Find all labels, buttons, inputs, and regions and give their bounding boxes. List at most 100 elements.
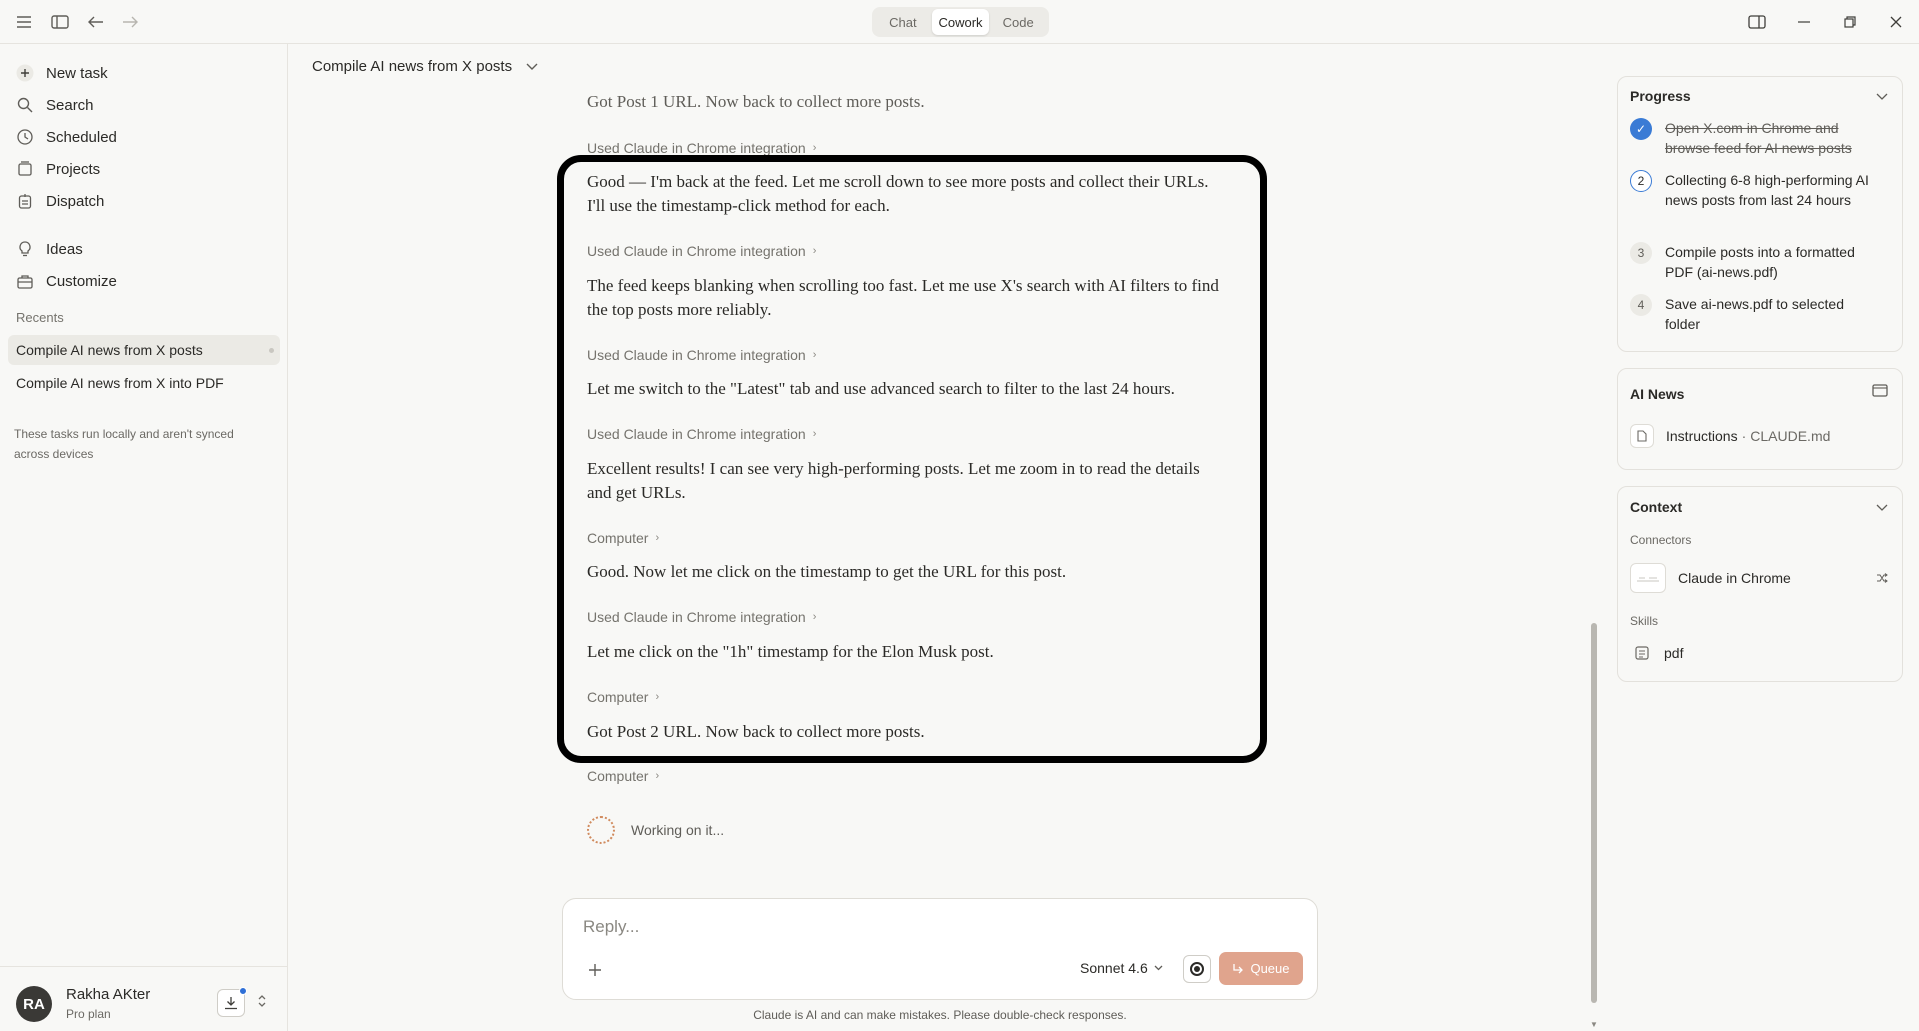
task-title-bar[interactable]: Compile AI news from X posts <box>312 58 538 75</box>
step-number: 4 <box>1630 294 1652 316</box>
menu-icon[interactable] <box>13 12 35 32</box>
attach-plus-icon[interactable] <box>583 958 607 982</box>
recent-item[interactable]: Compile AI news from X posts <box>8 335 280 365</box>
mode-switch: Chat Cowork Code <box>872 7 1049 37</box>
project-card: AI News Instructions · CLAUDE.md <box>1617 368 1903 470</box>
chevron-right-icon: › <box>812 611 817 623</box>
chevron-down-icon[interactable] <box>1876 501 1888 515</box>
sidebar-item-label: Search <box>46 96 94 114</box>
tool-call-toggle[interactable]: Used Claude in Chrome integration › <box>587 140 816 156</box>
record-button[interactable] <box>1183 955 1211 983</box>
step-number: 3 <box>1630 242 1652 264</box>
sidebar-item-ideas[interactable]: Ideas <box>10 235 280 263</box>
avatar[interactable]: RA <box>16 986 52 1022</box>
sidebar-item-search[interactable]: Search <box>10 91 280 119</box>
composer: Sonnet 4.6 Queue <box>562 898 1318 1000</box>
model-name: Sonnet 4.6 <box>1080 960 1148 976</box>
user-name[interactable]: Rakha AKter <box>66 986 150 1003</box>
folder-icon <box>12 159 38 179</box>
progress-card: Progress ✓ Open X.com in Chrome and brow… <box>1617 76 1903 352</box>
lightbulb-icon <box>12 239 38 259</box>
progress-step: 2 Collecting 6-8 high-performing AI news… <box>1630 170 1880 210</box>
assistant-message: Good. Now let me click on the timestamp … <box>587 562 1067 581</box>
tool-call-label: Computer <box>587 689 649 705</box>
scroll-down-arrow-icon[interactable]: ▼ <box>1590 1020 1598 1029</box>
tool-call-label: Computer <box>587 768 649 784</box>
user-bar: RA Rakha AKter Pro plan <box>0 966 288 1031</box>
sidebar-item-label: New task <box>46 64 108 82</box>
tool-call-label: Used Claude in Chrome integration <box>587 347 806 363</box>
reply-input[interactable] <box>583 915 1283 939</box>
assistant-message: Got Post 2 URL. Now back to collect more… <box>587 722 925 741</box>
skill-item[interactable]: pdf <box>1630 641 1683 665</box>
recent-item[interactable]: Compile AI news from X into PDF <box>8 368 280 398</box>
sidebar-item-label: Customize <box>46 272 117 290</box>
chevron-right-icon: › <box>655 691 660 703</box>
status-dot <box>269 348 274 353</box>
panel-toggle-icon[interactable] <box>1744 10 1770 34</box>
recent-item-label: Compile AI news from X into PDF <box>16 375 224 391</box>
title-bar: Chat Cowork Code <box>0 0 1919 44</box>
download-icon <box>225 997 237 1010</box>
minimize-icon[interactable] <box>1791 10 1817 34</box>
sidebar-item-customize[interactable]: Customize <box>10 267 280 295</box>
back-arrow-icon[interactable] <box>85 12 107 32</box>
sidebar-item-dispatch[interactable]: Dispatch <box>10 187 280 215</box>
file-name: CLAUDE.md <box>1750 428 1831 444</box>
assistant-message: and get URLs. <box>587 483 686 502</box>
progress-step: 4 Save ai-news.pdf to selected folder <box>1630 294 1880 334</box>
context-card: Context Connectors Claude in Chrome Skil… <box>1617 486 1903 682</box>
tool-call-toggle[interactable]: Used Claude in Chrome integration › <box>587 609 816 625</box>
tool-call-toggle[interactable]: Computer › <box>587 768 659 784</box>
download-button[interactable] <box>217 987 247 1017</box>
chevron-right-icon: › <box>655 770 660 782</box>
instructions-file[interactable]: Instructions · CLAUDE.md <box>1630 424 1830 448</box>
scrollbar-thumb[interactable] <box>1591 623 1597 1003</box>
queue-label: Queue <box>1250 961 1290 976</box>
clock-icon <box>12 127 38 147</box>
connector-item[interactable]: Claude in Chrome <box>1630 563 1892 593</box>
tool-call-toggle[interactable]: Computer › <box>587 530 659 546</box>
chevron-right-icon: › <box>812 142 817 154</box>
queue-button[interactable]: Queue <box>1219 952 1303 985</box>
tool-call-toggle[interactable]: Used Claude in Chrome integration › <box>587 243 816 259</box>
separator: · <box>1741 428 1747 444</box>
return-arrow-icon <box>1233 963 1244 973</box>
file-icon <box>1630 424 1654 448</box>
step-text: Compile posts into a formatted PDF (ai-n… <box>1665 244 1855 280</box>
tab-cowork[interactable]: Cowork <box>931 9 990 35</box>
chevron-right-icon: › <box>812 428 817 440</box>
sidebar-item-label: Ideas <box>46 240 83 258</box>
step-text: Save ai-news.pdf to selected folder <box>1665 296 1844 332</box>
connector-name: Claude in Chrome <box>1678 570 1791 586</box>
chevron-right-icon: › <box>655 532 660 544</box>
close-icon[interactable] <box>1883 10 1909 34</box>
sidebar-toggle-icon[interactable] <box>49 12 71 32</box>
shuffle-icon[interactable] <box>1876 570 1888 586</box>
progress-title: Progress <box>1630 88 1691 104</box>
sidebar-item-new-task[interactable]: New task <box>10 59 280 87</box>
chevron-down-icon <box>1154 963 1163 974</box>
recents-label: Recents <box>16 310 64 325</box>
restore-icon[interactable] <box>1837 10 1863 34</box>
assistant-message: The feed keeps blanking when scrolling t… <box>587 276 1219 295</box>
tool-call-toggle[interactable]: Computer › <box>587 689 659 705</box>
dispatch-icon <box>12 191 38 211</box>
task-title: Compile AI news from X posts <box>312 58 513 75</box>
project-title: AI News <box>1630 386 1685 402</box>
tool-call-label: Used Claude in Chrome integration <box>587 243 806 259</box>
forward-arrow-icon[interactable] <box>119 12 141 32</box>
tool-call-toggle[interactable]: Used Claude in Chrome integration › <box>587 426 816 442</box>
step-text: Collecting 6-8 high-performing AI news p… <box>1665 172 1869 208</box>
tab-chat[interactable]: Chat <box>874 9 932 35</box>
tool-call-toggle[interactable]: Used Claude in Chrome integration › <box>587 347 816 363</box>
tab-code[interactable]: Code <box>989 9 1047 35</box>
chevron-down-icon[interactable] <box>1876 90 1888 104</box>
model-selector[interactable]: Sonnet 4.6 <box>1080 960 1163 976</box>
account-switcher-icon[interactable] <box>257 993 267 1011</box>
open-folder-icon[interactable] <box>1872 384 1888 400</box>
sidebar-item-scheduled[interactable]: Scheduled <box>10 123 280 151</box>
sidebar-item-projects[interactable]: Projects <box>10 155 280 183</box>
local-sync-note: These tasks run locally and aren't synce… <box>14 427 234 461</box>
tool-call-label: Used Claude in Chrome integration <box>587 140 806 156</box>
